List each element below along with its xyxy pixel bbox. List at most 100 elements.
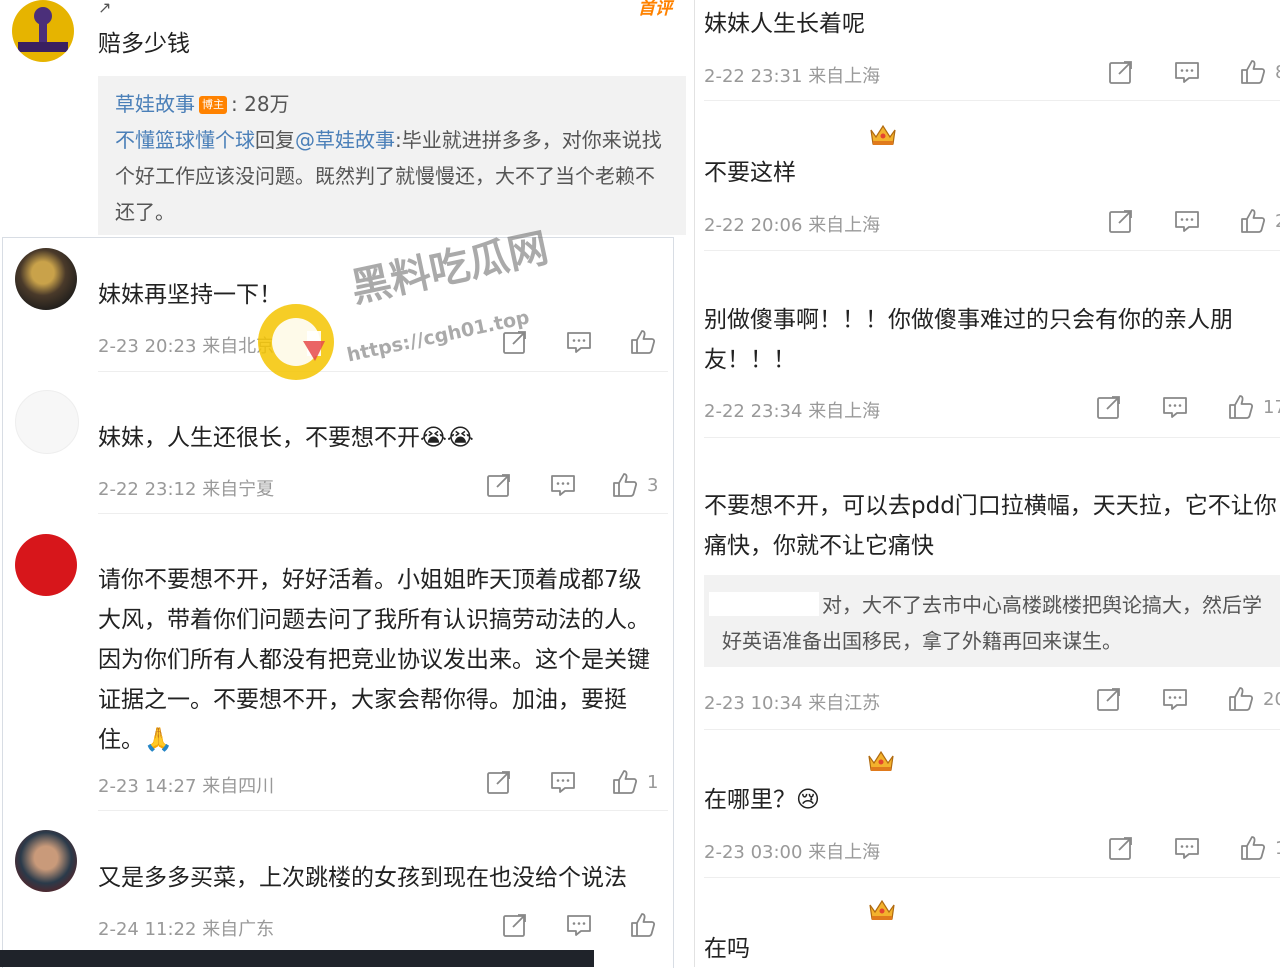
comment-actions xyxy=(501,911,665,939)
comment-location: 来自上海 xyxy=(808,401,881,422)
like-button[interactable] xyxy=(629,328,665,356)
comment-text: 妹妹，人生还很长，不要想不开😭😭 xyxy=(98,425,474,451)
comment-icon xyxy=(1173,58,1201,86)
divider xyxy=(98,810,668,811)
comment-time: 2-23 03:00 xyxy=(704,842,803,863)
comment-meta: 2-22 20:06 来自上海 xyxy=(704,211,880,237)
left-comments-panel: 妹妹再坚持一下！ 2-23 20:23 来自北京 妹妹，人生还很长，不要想不开😭… xyxy=(2,237,674,968)
avatar[interactable] xyxy=(15,830,77,892)
share-button[interactable] xyxy=(1107,834,1135,862)
like-button[interactable]: 17 xyxy=(1227,393,1280,421)
mention-link[interactable]: @草娃故事 xyxy=(295,128,395,152)
follower-count: : 28万 xyxy=(231,92,290,116)
reply-quote: 草娃故事 博主: 28万 不懂篮球懂个球回复@草娃故事:毕业就进拼多多，对你来说找… xyxy=(115,86,670,230)
comment-location: 来自宁夏 xyxy=(202,479,275,500)
divider xyxy=(704,877,1280,878)
like-button[interactable]: 8 xyxy=(1239,58,1280,86)
reply-button[interactable] xyxy=(1173,58,1201,86)
reply-button[interactable] xyxy=(1161,393,1189,421)
like-button[interactable]: 1 xyxy=(1239,834,1280,862)
comment-actions: 17 xyxy=(1095,393,1280,421)
reply-button[interactable] xyxy=(565,911,593,939)
comment-meta: 2-22 23:34 来自上海 xyxy=(704,397,880,423)
like-icon xyxy=(1227,685,1255,713)
comment-text: 别做傻事啊！！！你做傻事难过的只会有你的亲人朋友！！！ xyxy=(704,307,1233,373)
reply-user-link[interactable]: 不懂篮球懂个球 xyxy=(115,128,255,152)
comment-time: 2-22 23:34 xyxy=(704,401,803,422)
like-icon xyxy=(1239,207,1267,235)
divider xyxy=(704,100,1280,101)
avatar[interactable] xyxy=(15,534,77,596)
collapse-arrow-icon: ↗ xyxy=(98,0,112,17)
comment-icon xyxy=(1173,207,1201,235)
like-button[interactable]: 1 xyxy=(611,768,658,796)
comment-text: 不要这样 xyxy=(704,160,796,186)
share-icon xyxy=(485,768,513,796)
divider xyxy=(98,513,668,514)
comment-meta: 2-22 23:31 来自上海 xyxy=(704,62,880,88)
avatar[interactable] xyxy=(15,248,77,310)
like-icon xyxy=(629,328,657,356)
comment-meta: 2-23 20:23 来自北京 xyxy=(98,332,274,358)
crown-icon xyxy=(867,897,897,923)
reply-button[interactable] xyxy=(549,471,577,499)
comment-text: 妹妹再坚持一下！ xyxy=(98,282,282,308)
comment-meta: 2-23 14:27 来自四川 xyxy=(98,772,274,798)
like-count: 20 xyxy=(1263,688,1280,710)
share-icon xyxy=(1095,393,1123,421)
share-button[interactable] xyxy=(1107,207,1135,235)
like-count: 3 xyxy=(647,474,659,496)
reply-button[interactable] xyxy=(565,328,593,356)
reply-button[interactable] xyxy=(1161,685,1189,713)
comment-actions: 1 xyxy=(1107,834,1280,862)
author-link[interactable]: 草娃故事 xyxy=(115,92,195,116)
like-button[interactable]: 3 xyxy=(611,471,658,499)
share-button[interactable] xyxy=(501,328,529,356)
like-count: 1 xyxy=(647,771,659,793)
share-icon xyxy=(1107,207,1135,235)
comment-icon xyxy=(1161,685,1189,713)
comment-meta: 2-24 11:22 来自广东 xyxy=(98,915,274,941)
comment-time: 2-22 23:31 xyxy=(704,66,803,87)
comment-meta: 2-23 03:00 来自上海 xyxy=(704,838,880,864)
comment-time: 2-23 10:34 xyxy=(704,693,803,714)
divider xyxy=(98,371,668,372)
comment-text: 在哪里？😢 xyxy=(704,787,820,813)
reply-button[interactable] xyxy=(1173,834,1201,862)
comment-time: 2-22 23:12 xyxy=(98,479,197,500)
like-button[interactable]: 20 xyxy=(1227,685,1280,713)
avatar[interactable] xyxy=(12,0,74,62)
reply-button[interactable] xyxy=(549,768,577,796)
comment-text: 在吗 xyxy=(704,936,750,962)
comment-location: 来自北京 xyxy=(202,336,275,357)
comment-actions: 2 xyxy=(1107,207,1280,235)
like-icon xyxy=(1227,393,1255,421)
divider xyxy=(704,437,1280,438)
comment-location: 来自广东 xyxy=(202,919,275,940)
share-button[interactable] xyxy=(485,471,513,499)
comment-text: 又是多多买菜，上次跳楼的女孩到现在也没给个说法 xyxy=(98,865,627,891)
share-icon xyxy=(485,471,513,499)
avatar[interactable] xyxy=(15,390,79,454)
comment-text: 妹妹人生长着呢 xyxy=(704,11,865,37)
share-button[interactable] xyxy=(1107,58,1135,86)
reply-button[interactable] xyxy=(1173,207,1201,235)
share-icon xyxy=(501,328,529,356)
divider xyxy=(704,250,1280,251)
comment-icon xyxy=(1161,393,1189,421)
share-button[interactable] xyxy=(1095,393,1123,421)
comment-meta: 2-23 10:34 来自江苏 xyxy=(704,689,880,715)
like-count: 1 xyxy=(1275,838,1280,859)
share-icon xyxy=(1107,834,1135,862)
share-button[interactable] xyxy=(1095,685,1123,713)
reply-quote-text: 对，大不了去市中心高楼跳楼把舆论搞大，然后学好英语准备出国移民，拿了外籍再回来谋… xyxy=(722,593,1262,653)
like-count: 8 xyxy=(1275,62,1280,83)
share-button[interactable] xyxy=(485,768,513,796)
comment-location: 来自四川 xyxy=(202,776,275,797)
left-top-panel: ↗ 首评 赔多少钱 草娃故事 博主: 28万 不懂篮球懂个球回复@草娃故事:毕业就… xyxy=(0,0,694,235)
like-button[interactable]: 2 xyxy=(1239,207,1280,235)
comment-meta: 2-22 23:12 来自宁夏 xyxy=(98,475,274,501)
like-button[interactable] xyxy=(629,911,665,939)
like-icon xyxy=(611,768,639,796)
share-button[interactable] xyxy=(501,911,529,939)
